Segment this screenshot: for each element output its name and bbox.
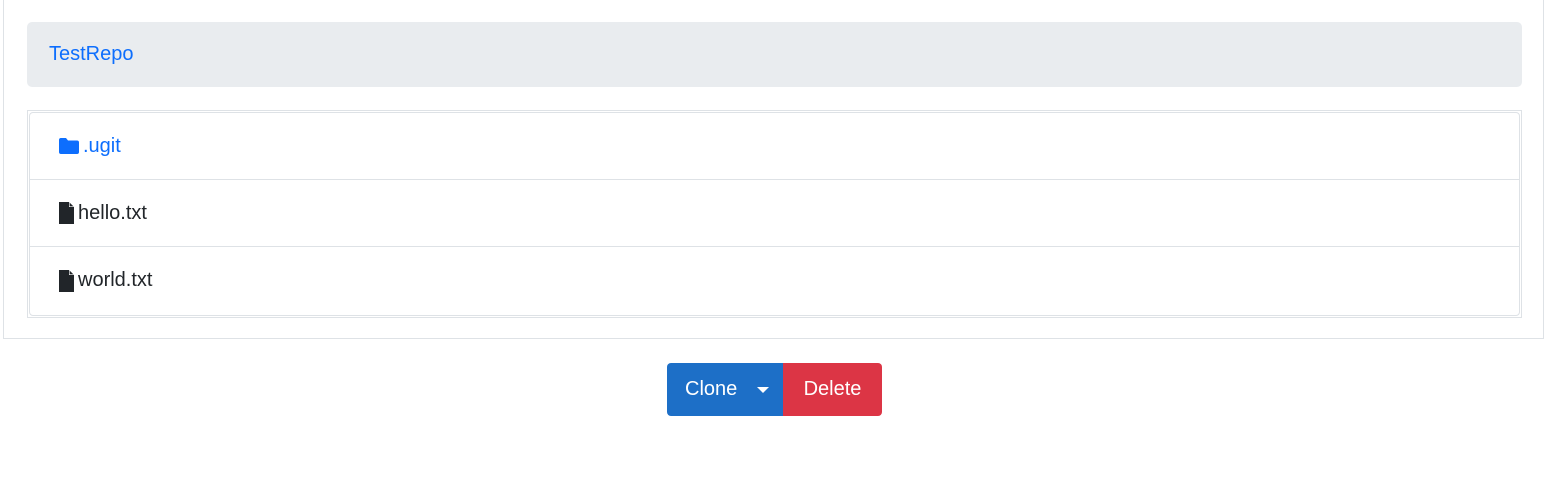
file-list-item-world[interactable]: world.txt <box>30 247 1519 314</box>
clone-button[interactable]: Clone <box>667 363 783 416</box>
breadcrumb: TestRepo <box>27 22 1522 87</box>
file-icon <box>58 202 75 224</box>
clone-button-label: Clone <box>685 378 738 400</box>
file-list-item-ugit[interactable]: .ugit <box>30 113 1519 180</box>
file-name[interactable]: hello.txt <box>78 202 147 225</box>
file-list-wrapper: .ugit hello.txt world.txt <box>27 110 1522 318</box>
delete-button[interactable]: Delete <box>783 363 882 416</box>
folder-icon <box>58 137 80 155</box>
file-name[interactable]: world.txt <box>78 269 152 292</box>
file-list-item-hello[interactable]: hello.txt <box>30 180 1519 247</box>
file-list: .ugit hello.txt world.txt <box>29 112 1520 316</box>
breadcrumb-repo-link[interactable]: TestRepo <box>49 43 134 66</box>
delete-button-label: Delete <box>803 378 862 400</box>
repo-actions: Clone Delete <box>667 363 882 416</box>
file-name[interactable]: .ugit <box>83 135 121 158</box>
caret-down-icon <box>757 386 769 393</box>
file-icon <box>58 269 75 292</box>
